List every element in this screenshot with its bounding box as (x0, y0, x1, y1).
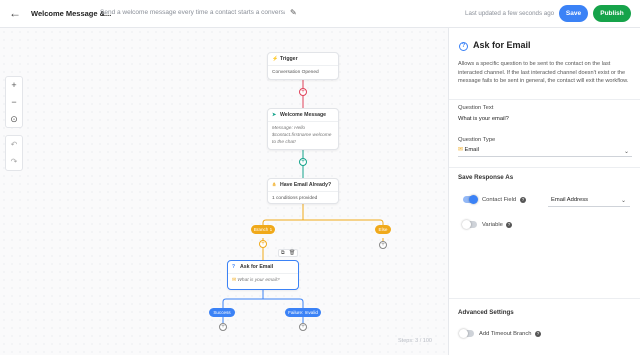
select-underline (458, 156, 632, 157)
trigger-node[interactable]: ⚡ Trigger Conversation Opened (267, 52, 339, 80)
chevron-down-icon[interactable]: ⌄ (621, 197, 626, 204)
panel-description: Allows a specific question to be sent to… (458, 61, 629, 84)
select-underline (548, 206, 630, 207)
steps-counter: Steps: 3 / 100 (398, 338, 432, 344)
variable-toggle[interactable] (462, 220, 477, 229)
variable-label: Variable (482, 222, 503, 228)
node-title: Have Email Already? (280, 182, 332, 188)
add-step-plus-icon[interactable]: + (299, 158, 307, 166)
edge-ask-branches (222, 298, 304, 308)
email-icon: ✉ (458, 147, 463, 153)
have-email-condition-node[interactable]: ⋔ Have Email Already? 1 conditions provid… (267, 178, 339, 204)
node-body-line: Message: Hello (272, 126, 306, 131)
contact-field-label: Contact Field (482, 197, 517, 203)
timeout-branch-label: Add Timeout Branch (479, 331, 532, 337)
question-type-label: Question Type (458, 137, 496, 143)
add-step-plus-icon[interactable]: + (259, 240, 267, 248)
node-body: Conversation Opened (272, 70, 319, 75)
help-icon[interactable]: ? (520, 197, 526, 203)
question-text-input[interactable]: What is your email? (458, 116, 509, 122)
timeout-branch-toggle[interactable] (459, 329, 474, 338)
welcome-message-node[interactable]: ➤ Welcome Message Message: Hello $contact… (267, 108, 339, 150)
question-circle-icon: ? (459, 42, 468, 51)
pencil-icon[interactable]: ✎ (290, 8, 297, 17)
contact-field-toggle[interactable] (463, 195, 478, 204)
workflow-edges (222, 80, 384, 323)
save-button[interactable]: Save (559, 5, 588, 22)
publish-button[interactable]: Publish (593, 5, 631, 22)
else-pill[interactable]: Else (375, 225, 391, 234)
last-updated-text: Last updated a few seconds ago (465, 10, 555, 17)
add-step-plus-icon[interactable]: + (299, 323, 307, 331)
node-title: Ask for Email (240, 264, 274, 270)
copy-icon[interactable]: ⧉ (281, 250, 285, 256)
node-body-line: $contact.firstname welcome (272, 133, 332, 138)
trash-icon[interactable]: 🗑 (289, 250, 295, 256)
add-step-plus-icon[interactable]: + (219, 323, 227, 331)
add-step-plus-icon[interactable]: + (299, 88, 307, 96)
question-type-select[interactable]: ✉ Email (458, 147, 479, 153)
node-title: Welcome Message (280, 112, 327, 118)
divider (449, 167, 640, 168)
panel-title: ? Ask for Email (459, 40, 531, 51)
help-icon[interactable]: ? (506, 222, 512, 228)
step-settings-panel: ? Ask for Email Allows a specific questio… (448, 28, 640, 355)
failure-invalid-pill[interactable]: Failure: Invalid (285, 308, 321, 317)
save-response-heading: Save Response As (458, 174, 514, 181)
node-body: 1 conditions provided (272, 196, 318, 201)
split-icon: ⋔ (272, 182, 277, 188)
question-icon: ? (232, 264, 236, 270)
advanced-settings-heading: Advanced Settings (458, 309, 514, 316)
node-title: Trigger (280, 56, 298, 62)
node-body-line: to the chat! (272, 140, 296, 145)
node-toolbar: ⧉ 🗑 (278, 249, 298, 257)
workflow-description[interactable]: Send a welcome message every time a cont… (100, 9, 285, 16)
back-arrow-icon[interactable]: ← (8, 6, 22, 20)
top-bar: ← Welcome Message &... Send a welcome me… (0, 0, 640, 28)
send-icon: ➤ (272, 112, 277, 118)
help-icon[interactable]: ? (535, 331, 541, 337)
bolt-icon: ⚡ (272, 56, 279, 62)
divider (449, 99, 640, 100)
node-body: What is your email? (237, 278, 280, 283)
divider (449, 298, 640, 299)
success-pill[interactable]: Success (209, 308, 235, 317)
edge-condition-branches (262, 219, 384, 229)
add-step-plus-icon[interactable]: + (379, 241, 387, 249)
contact-field-select[interactable]: Email Address (551, 197, 588, 203)
question-text-label: Question Text (458, 105, 494, 111)
branch1-pill[interactable]: Branch 1 (251, 225, 275, 234)
ask-for-email-node[interactable]: ? Ask for Email ✉ What is your email? (227, 260, 299, 290)
chevron-down-icon[interactable]: ⌄ (624, 148, 629, 155)
email-icon: ✉ (232, 278, 237, 283)
